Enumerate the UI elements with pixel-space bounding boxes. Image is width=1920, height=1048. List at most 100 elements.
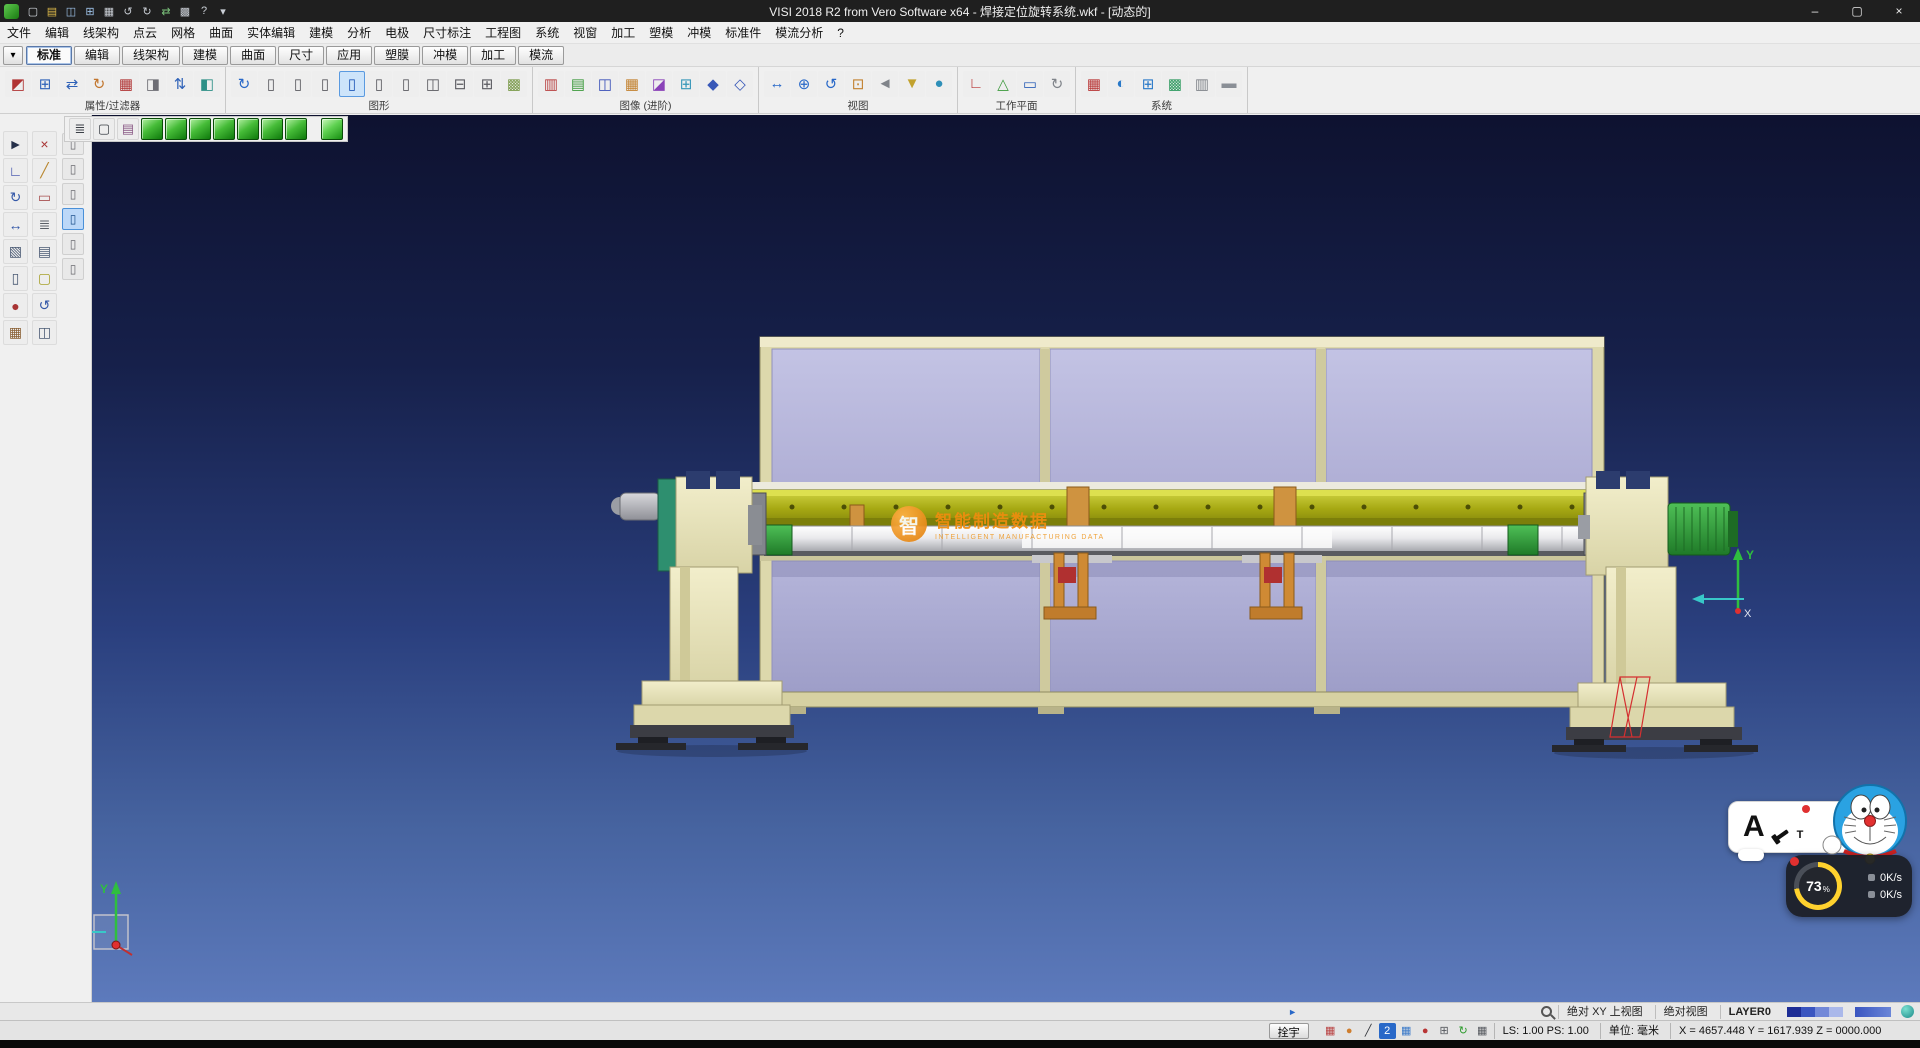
view-palette-icon[interactable]: ▤ xyxy=(117,118,139,140)
layer-color-swatches[interactable] xyxy=(1787,1007,1843,1017)
layer-cylinder-1-icon[interactable]: ▯ xyxy=(258,71,284,97)
filter-reset-icon[interactable]: ◧ xyxy=(194,71,220,97)
workplane-reset-icon[interactable]: ↻ xyxy=(1044,71,1070,97)
menu-wireframe[interactable]: 线架构 xyxy=(76,22,126,43)
status-pencil-icon[interactable]: ╱ xyxy=(1360,1023,1377,1039)
line-style-preview[interactable] xyxy=(1855,1007,1891,1017)
doc-slot-2-icon[interactable]: ▯ xyxy=(62,158,84,180)
menu-help[interactable]: ? xyxy=(830,22,851,43)
shading-advanced-icon[interactable]: ◇ xyxy=(727,71,753,97)
menu-drafting[interactable]: 工程图 xyxy=(478,22,528,43)
move-icon[interactable]: ↔ xyxy=(3,212,28,237)
status-grid-red-icon[interactable]: ▦ xyxy=(1322,1023,1339,1039)
image-cyan-icon[interactable]: ⊞ xyxy=(673,71,699,97)
settings-icon[interactable]: ▩ xyxy=(176,2,194,20)
image-purple-icon[interactable]: ◪ xyxy=(646,71,672,97)
cylinder-icon[interactable]: ▯ xyxy=(3,266,28,291)
view-filter-icon[interactable]: ▼ xyxy=(899,71,925,97)
shaded-mode-icon[interactable]: ▯ xyxy=(339,71,365,97)
system-material-icon[interactable]: ▬ xyxy=(1216,71,1242,97)
layer-cylinder-2-icon[interactable]: ▯ xyxy=(285,71,311,97)
view-cube-iso-icon[interactable] xyxy=(285,118,307,140)
image-red-icon[interactable]: ▥ xyxy=(538,71,564,97)
annotate-icon[interactable]: ▢ xyxy=(32,266,57,291)
maximize-button[interactable]: ▢ xyxy=(1836,0,1878,22)
undo-icon[interactable]: ↺ xyxy=(119,2,137,20)
zoom-view-icon[interactable]: ⊕ xyxy=(791,71,817,97)
image-orange-icon[interactable]: ▦ xyxy=(619,71,645,97)
solid-icon[interactable]: ▧ xyxy=(3,239,28,264)
rotate-view-icon[interactable]: ↺ xyxy=(818,71,844,97)
filter-solid-icon[interactable]: ◨ xyxy=(140,71,166,97)
texture-icon[interactable]: ▦ xyxy=(3,320,28,345)
positioner-beam[interactable] xyxy=(740,482,1608,556)
image-blue-icon[interactable]: ◫ xyxy=(592,71,618,97)
menu-surface[interactable]: 曲面 xyxy=(202,22,240,43)
layer-cylinder-3-icon[interactable]: ▯ xyxy=(312,71,338,97)
menu-point-cloud[interactable]: 点云 xyxy=(126,22,164,43)
system-table-icon[interactable]: ⊞ xyxy=(1135,71,1161,97)
sync-icon[interactable]: ⇄ xyxy=(157,2,175,20)
doc-slot-6-icon[interactable]: ▯ xyxy=(62,258,84,280)
attributes-icon[interactable]: ◩ xyxy=(5,71,31,97)
view-cube-front-icon[interactable] xyxy=(165,118,187,140)
image-green-icon[interactable]: ▤ xyxy=(565,71,591,97)
redraw-icon[interactable]: ↻ xyxy=(231,71,257,97)
menu-window[interactable]: 视窗 xyxy=(566,22,604,43)
view-cube-right-icon[interactable] xyxy=(189,118,211,140)
menu-moldflow[interactable]: 模流分析 xyxy=(768,22,830,43)
view-sphere-icon[interactable]: ● xyxy=(926,71,952,97)
prompt-icon[interactable]: ► xyxy=(1288,1007,1297,1017)
menu-electrode[interactable]: 电极 xyxy=(378,22,416,43)
erase-icon[interactable]: ▭ xyxy=(32,185,57,210)
close-button[interactable]: × xyxy=(1878,0,1920,22)
system-calc-icon[interactable]: ▥ xyxy=(1189,71,1215,97)
shading-icon[interactable]: ◆ xyxy=(700,71,726,97)
layer-box-icon[interactable]: ◫ xyxy=(420,71,446,97)
print-icon[interactable]: ▦ xyxy=(100,2,118,20)
tab-edit[interactable]: 编辑 xyxy=(74,46,120,65)
zoom-status-icon[interactable] xyxy=(1541,1006,1552,1017)
network-monitor-badge[interactable]: 73 % 0K/s xyxy=(1786,855,1912,917)
status-globe-icon[interactable] xyxy=(1901,1005,1914,1018)
workplane-view-icon[interactable]: ▭ xyxy=(1017,71,1043,97)
tab-modeling[interactable]: 建模 xyxy=(182,46,228,65)
fit-view-icon[interactable]: ⊡ xyxy=(845,71,871,97)
customize-arrow-icon[interactable]: ▾ xyxy=(214,2,232,20)
sketch-icon[interactable]: ╱ xyxy=(32,158,57,183)
workplane-xy-icon[interactable]: ∟ xyxy=(963,71,989,97)
layer-color-swatch[interactable] xyxy=(1815,1007,1829,1017)
status-target-icon[interactable]: ● xyxy=(1341,1023,1358,1039)
menu-mold[interactable]: 塑模 xyxy=(642,22,680,43)
help-icon[interactable]: ? xyxy=(195,2,213,20)
tab-standard[interactable]: 标准 xyxy=(26,46,72,65)
undo-tool-icon[interactable]: ↺ xyxy=(32,293,57,318)
menu-standard-parts[interactable]: 标准件 xyxy=(718,22,768,43)
layer-list-icon[interactable]: ⊟ xyxy=(447,71,473,97)
trim-icon[interactable]: × xyxy=(32,131,57,156)
layer-color-swatch[interactable] xyxy=(1787,1007,1801,1017)
tab-moldflow[interactable]: 模流 xyxy=(518,46,564,65)
filter-toggle-icon[interactable]: ⇄ xyxy=(59,71,85,97)
tab-machining[interactable]: 加工 xyxy=(470,46,516,65)
point-icon[interactable]: ● xyxy=(3,293,28,318)
save-all-icon[interactable]: ⊞ xyxy=(81,2,99,20)
layer-cylinder-5-icon[interactable]: ▯ xyxy=(393,71,419,97)
filter-grid-icon[interactable]: ▦ xyxy=(113,71,139,97)
sheet-icon[interactable]: ▤ xyxy=(32,239,57,264)
menu-system[interactable]: 系统 xyxy=(528,22,566,43)
layer-add-icon[interactable]: ⊞ xyxy=(474,71,500,97)
menu-edit[interactable]: 编辑 xyxy=(38,22,76,43)
previous-view-icon[interactable]: ◄ xyxy=(872,71,898,97)
menu-analysis[interactable]: 分析 xyxy=(340,22,378,43)
tab-application[interactable]: 应用 xyxy=(326,46,372,65)
status-point-icon[interactable]: ● xyxy=(1417,1023,1434,1039)
tab-dimension[interactable]: 尺寸 xyxy=(278,46,324,65)
minimize-button[interactable]: – xyxy=(1794,0,1836,22)
system-globe-icon[interactable]: ◐ xyxy=(1108,71,1134,97)
status-palette-icon[interactable]: ▦ xyxy=(1398,1023,1415,1039)
new-file-icon[interactable]: ▢ xyxy=(24,2,42,20)
layer-cylinder-4-icon[interactable]: ▯ xyxy=(366,71,392,97)
render-icon[interactable]: ▩ xyxy=(501,71,527,97)
snap-button[interactable]: 拴宇 xyxy=(1269,1023,1309,1039)
